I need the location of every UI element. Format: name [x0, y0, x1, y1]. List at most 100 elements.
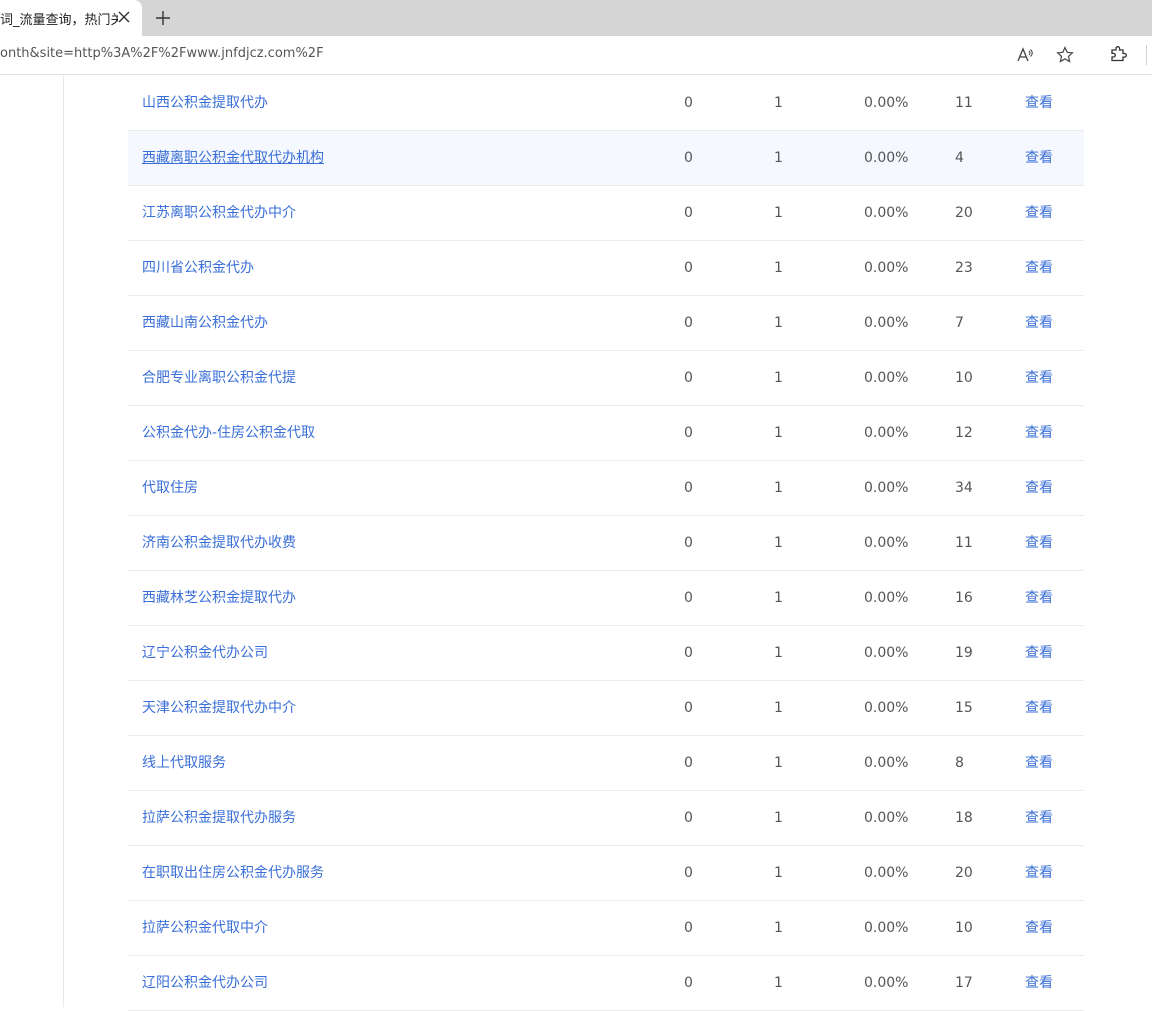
- percentage-value: 0.00%: [864, 205, 909, 221]
- view-link[interactable]: 查看: [1025, 186, 1053, 240]
- keyword-link[interactable]: 山西公积金提取代办: [142, 76, 268, 130]
- col5-value: 10: [955, 920, 973, 936]
- col5-value: 17: [955, 975, 973, 991]
- keyword-link[interactable]: 济南公积金提取代办收费: [142, 516, 296, 570]
- keyword-link[interactable]: 天津公积金提取代办中介: [142, 681, 296, 735]
- percentage-value: 0.00%: [864, 150, 909, 166]
- col3-value: 1: [774, 645, 783, 661]
- view-link[interactable]: 查看: [1025, 516, 1053, 570]
- col2-value: 0: [684, 645, 693, 661]
- col5-value: 11: [955, 535, 973, 551]
- keyword-link[interactable]: 辽宁公积金代办公司: [142, 626, 268, 680]
- col3-value: 1: [774, 755, 783, 771]
- table-row: 拉萨公积金代取中介 0 1 0.00% 10 查看: [128, 901, 1084, 956]
- close-icon[interactable]: [116, 9, 132, 25]
- view-link[interactable]: 查看: [1025, 131, 1053, 185]
- table-row: 济南公积金提取代办收费 0 1 0.00% 11 查看: [128, 516, 1084, 571]
- percentage-value: 0.00%: [864, 370, 909, 386]
- toolbar-divider: [1146, 45, 1147, 65]
- percentage-value: 0.00%: [864, 975, 909, 991]
- percentage-value: 0.00%: [864, 920, 909, 936]
- col5-value: 18: [955, 810, 973, 826]
- percentage-value: 0.00%: [864, 425, 909, 441]
- plus-icon[interactable]: [152, 7, 174, 29]
- tab-title: 词_流量查询，热门关键: [0, 12, 118, 28]
- col5-value: 15: [955, 700, 973, 716]
- keyword-table: 山西公积金提取代办 0 1 0.00% 11 查看 西藏离职公积金代取代办机构 0 1 0.00%…: [128, 76, 1084, 1011]
- table-row: 山西公积金提取代办 0 1 0.00% 11 查看: [128, 76, 1084, 131]
- keyword-link[interactable]: 代取住房: [142, 461, 198, 515]
- col5-value: 20: [955, 865, 973, 881]
- keyword-link[interactable]: 拉萨公积金代取中介: [142, 901, 268, 955]
- col3-value: 1: [774, 975, 783, 991]
- table-row: 辽宁公积金代办公司 0 1 0.00% 19 查看: [128, 626, 1084, 681]
- col5-value: 7: [955, 315, 964, 331]
- col3-value: 1: [774, 590, 783, 606]
- col5-value: 12: [955, 425, 973, 441]
- keyword-link[interactable]: 四川省公积金代办: [142, 241, 254, 295]
- keyword-link[interactable]: 西藏林芝公积金提取代办: [142, 571, 296, 625]
- percentage-value: 0.00%: [864, 95, 909, 111]
- col3-value: 1: [774, 535, 783, 551]
- page-content: 山西公积金提取代办 0 1 0.00% 11 查看 西藏离职公积金代取代办机构 0 1 0.00%…: [0, 75, 1152, 1011]
- keyword-link[interactable]: 线上代取服务: [142, 736, 226, 790]
- col3-value: 1: [774, 700, 783, 716]
- percentage-value: 0.00%: [864, 810, 909, 826]
- col2-value: 0: [684, 150, 693, 166]
- table-row: 公积金代办-住房公积金代取 0 1 0.00% 12 查看: [128, 406, 1084, 461]
- address-bar[interactable]: onth&site=http%3A%2F%2Fwww.jnfdjcz.com%2…: [0, 39, 1088, 69]
- view-link[interactable]: 查看: [1025, 901, 1053, 955]
- keyword-link[interactable]: 拉萨公积金提取代办服务: [142, 791, 296, 845]
- col3-value: 1: [774, 810, 783, 826]
- view-link[interactable]: 查看: [1025, 461, 1053, 515]
- favorite-star-icon[interactable]: [1056, 46, 1074, 64]
- view-link[interactable]: 查看: [1025, 241, 1053, 295]
- view-link[interactable]: 查看: [1025, 406, 1053, 460]
- view-link[interactable]: 查看: [1025, 956, 1053, 1010]
- view-link[interactable]: 查看: [1025, 791, 1053, 845]
- col3-value: 1: [774, 150, 783, 166]
- view-link[interactable]: 查看: [1025, 296, 1053, 350]
- percentage-value: 0.00%: [864, 480, 909, 496]
- table-row: 线上代取服务 0 1 0.00% 8 查看: [128, 736, 1084, 791]
- view-link[interactable]: 查看: [1025, 571, 1053, 625]
- col2-value: 0: [684, 315, 693, 331]
- table-row: 天津公积金提取代办中介 0 1 0.00% 15 查看: [128, 681, 1084, 736]
- col3-value: 1: [774, 370, 783, 386]
- col2-value: 0: [684, 865, 693, 881]
- percentage-value: 0.00%: [864, 535, 909, 551]
- col3-value: 1: [774, 95, 783, 111]
- view-link[interactable]: 查看: [1025, 351, 1053, 405]
- keyword-link[interactable]: 合肥专业离职公积金代提: [142, 351, 296, 405]
- col3-value: 1: [774, 205, 783, 221]
- col2-value: 0: [684, 810, 693, 826]
- view-link[interactable]: 查看: [1025, 76, 1053, 130]
- col5-value: 20: [955, 205, 973, 221]
- col2-value: 0: [684, 480, 693, 496]
- table-row: 代取住房 0 1 0.00% 34 查看: [128, 461, 1084, 516]
- col2-value: 0: [684, 590, 693, 606]
- col3-value: 1: [774, 865, 783, 881]
- table-row: 合肥专业离职公积金代提 0 1 0.00% 10 查看: [128, 351, 1084, 406]
- col5-value: 8: [955, 755, 964, 771]
- keyword-link[interactable]: 江苏离职公积金代办中介: [142, 186, 296, 240]
- keyword-link[interactable]: 公积金代办-住房公积金代取: [142, 406, 315, 460]
- col3-value: 1: [774, 920, 783, 936]
- table-row: 四川省公积金代办 0 1 0.00% 23 查看: [128, 241, 1084, 296]
- view-link[interactable]: 查看: [1025, 626, 1053, 680]
- read-aloud-icon[interactable]: [1016, 46, 1034, 64]
- keyword-link[interactable]: 西藏离职公积金代取代办机构: [142, 131, 324, 185]
- table-row: 辽阳公积金代办公司 0 1 0.00% 17 查看: [128, 956, 1084, 1011]
- table-row: 西藏林芝公积金提取代办 0 1 0.00% 16 查看: [128, 571, 1084, 626]
- keyword-link[interactable]: 西藏山南公积金代办: [142, 296, 268, 350]
- table-row: 在职取出住房公积金代办服务 0 1 0.00% 20 查看: [128, 846, 1084, 901]
- view-link[interactable]: 查看: [1025, 681, 1053, 735]
- keyword-link[interactable]: 辽阳公积金代办公司: [142, 956, 268, 1010]
- extensions-icon[interactable]: [1108, 44, 1128, 64]
- col5-value: 10: [955, 370, 973, 386]
- browser-tab[interactable]: 词_流量查询，热门关键: [0, 0, 142, 36]
- view-link[interactable]: 查看: [1025, 736, 1053, 790]
- keyword-link[interactable]: 在职取出住房公积金代办服务: [142, 846, 324, 900]
- url-text[interactable]: onth&site=http%3A%2F%2Fwww.jnfdjcz.com%2…: [0, 46, 324, 61]
- view-link[interactable]: 查看: [1025, 846, 1053, 900]
